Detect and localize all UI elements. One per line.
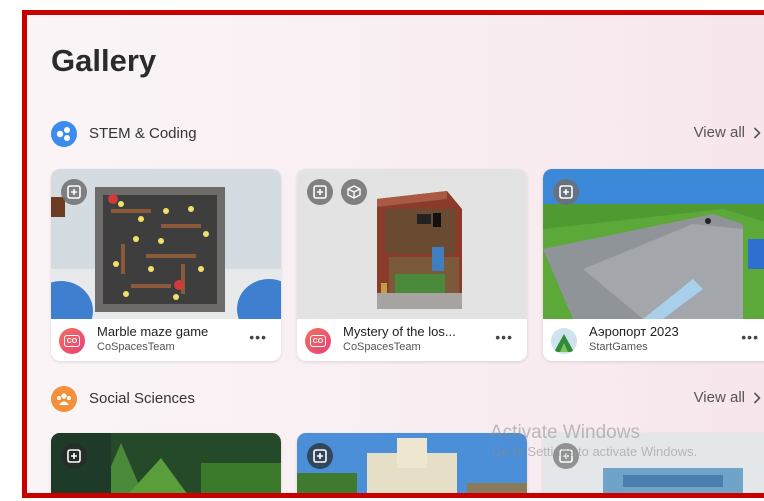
cube-icon[interactable] [341,179,367,205]
project-author: StartGames [589,341,648,353]
activate-windows-subtitle: Go to Settings to activate Windows. [492,444,698,459]
cospaces-logo-icon: CO [59,328,85,354]
card-footer: CO Mystery of the los... CoSpacesTeam ••… [297,319,527,361]
project-thumbnail[interactable] [51,433,281,498]
add-to-library-icon[interactable] [307,443,333,469]
more-options-icon[interactable]: ••• [741,329,759,345]
more-options-icon[interactable]: ••• [495,329,513,345]
molecule-icon [51,121,77,147]
project-card-airport[interactable]: Аэропорт 2023 StartGames ••• [543,169,764,361]
project-title: Marble maze game [97,324,209,339]
project-title: Mystery of the los... [343,324,456,339]
add-to-library-icon[interactable] [307,179,333,205]
add-to-library-icon[interactable] [61,443,87,469]
section-title-stem: STEM & Coding [89,125,197,142]
project-card-mystery[interactable]: CO Mystery of the los... CoSpacesTeam ••… [297,169,527,361]
section-title-social-sciences: Social Sciences [89,390,195,407]
project-author: CoSpacesTeam [97,341,175,353]
section-header-stem: STEM & Coding View all [51,121,764,151]
project-author: CoSpacesTeam [343,341,421,353]
section-header-social-sciences: Social Sciences View all [51,386,764,416]
chevron-right-icon [753,391,761,404]
card-footer: Аэропорт 2023 StartGames ••• [543,319,764,361]
chevron-right-icon [753,126,761,139]
people-group-icon [51,386,77,412]
project-card-social-1[interactable] [51,433,281,498]
activate-windows-watermark: Activate Windows [490,422,640,443]
view-all-social-link[interactable]: View all [694,389,761,406]
project-title: Аэропорт 2023 [589,324,679,339]
cospaces-logo-icon: CO [305,328,331,354]
card-footer: CO Marble maze game CoSpacesTeam ••• [51,319,281,361]
add-to-library-icon[interactable] [553,179,579,205]
user-avatar [551,328,577,354]
gallery-panel: Gallery STEM & Coding View all CO Marble… [22,10,764,498]
more-options-icon[interactable]: ••• [249,329,267,345]
page-title: Gallery [51,43,157,78]
project-card-marble-maze[interactable]: CO Marble maze game CoSpacesTeam ••• [51,169,281,361]
add-to-library-icon[interactable] [61,179,87,205]
view-all-label: View all [693,389,745,406]
view-all-label: View all [693,124,745,141]
view-all-stem-link[interactable]: View all [694,124,761,141]
